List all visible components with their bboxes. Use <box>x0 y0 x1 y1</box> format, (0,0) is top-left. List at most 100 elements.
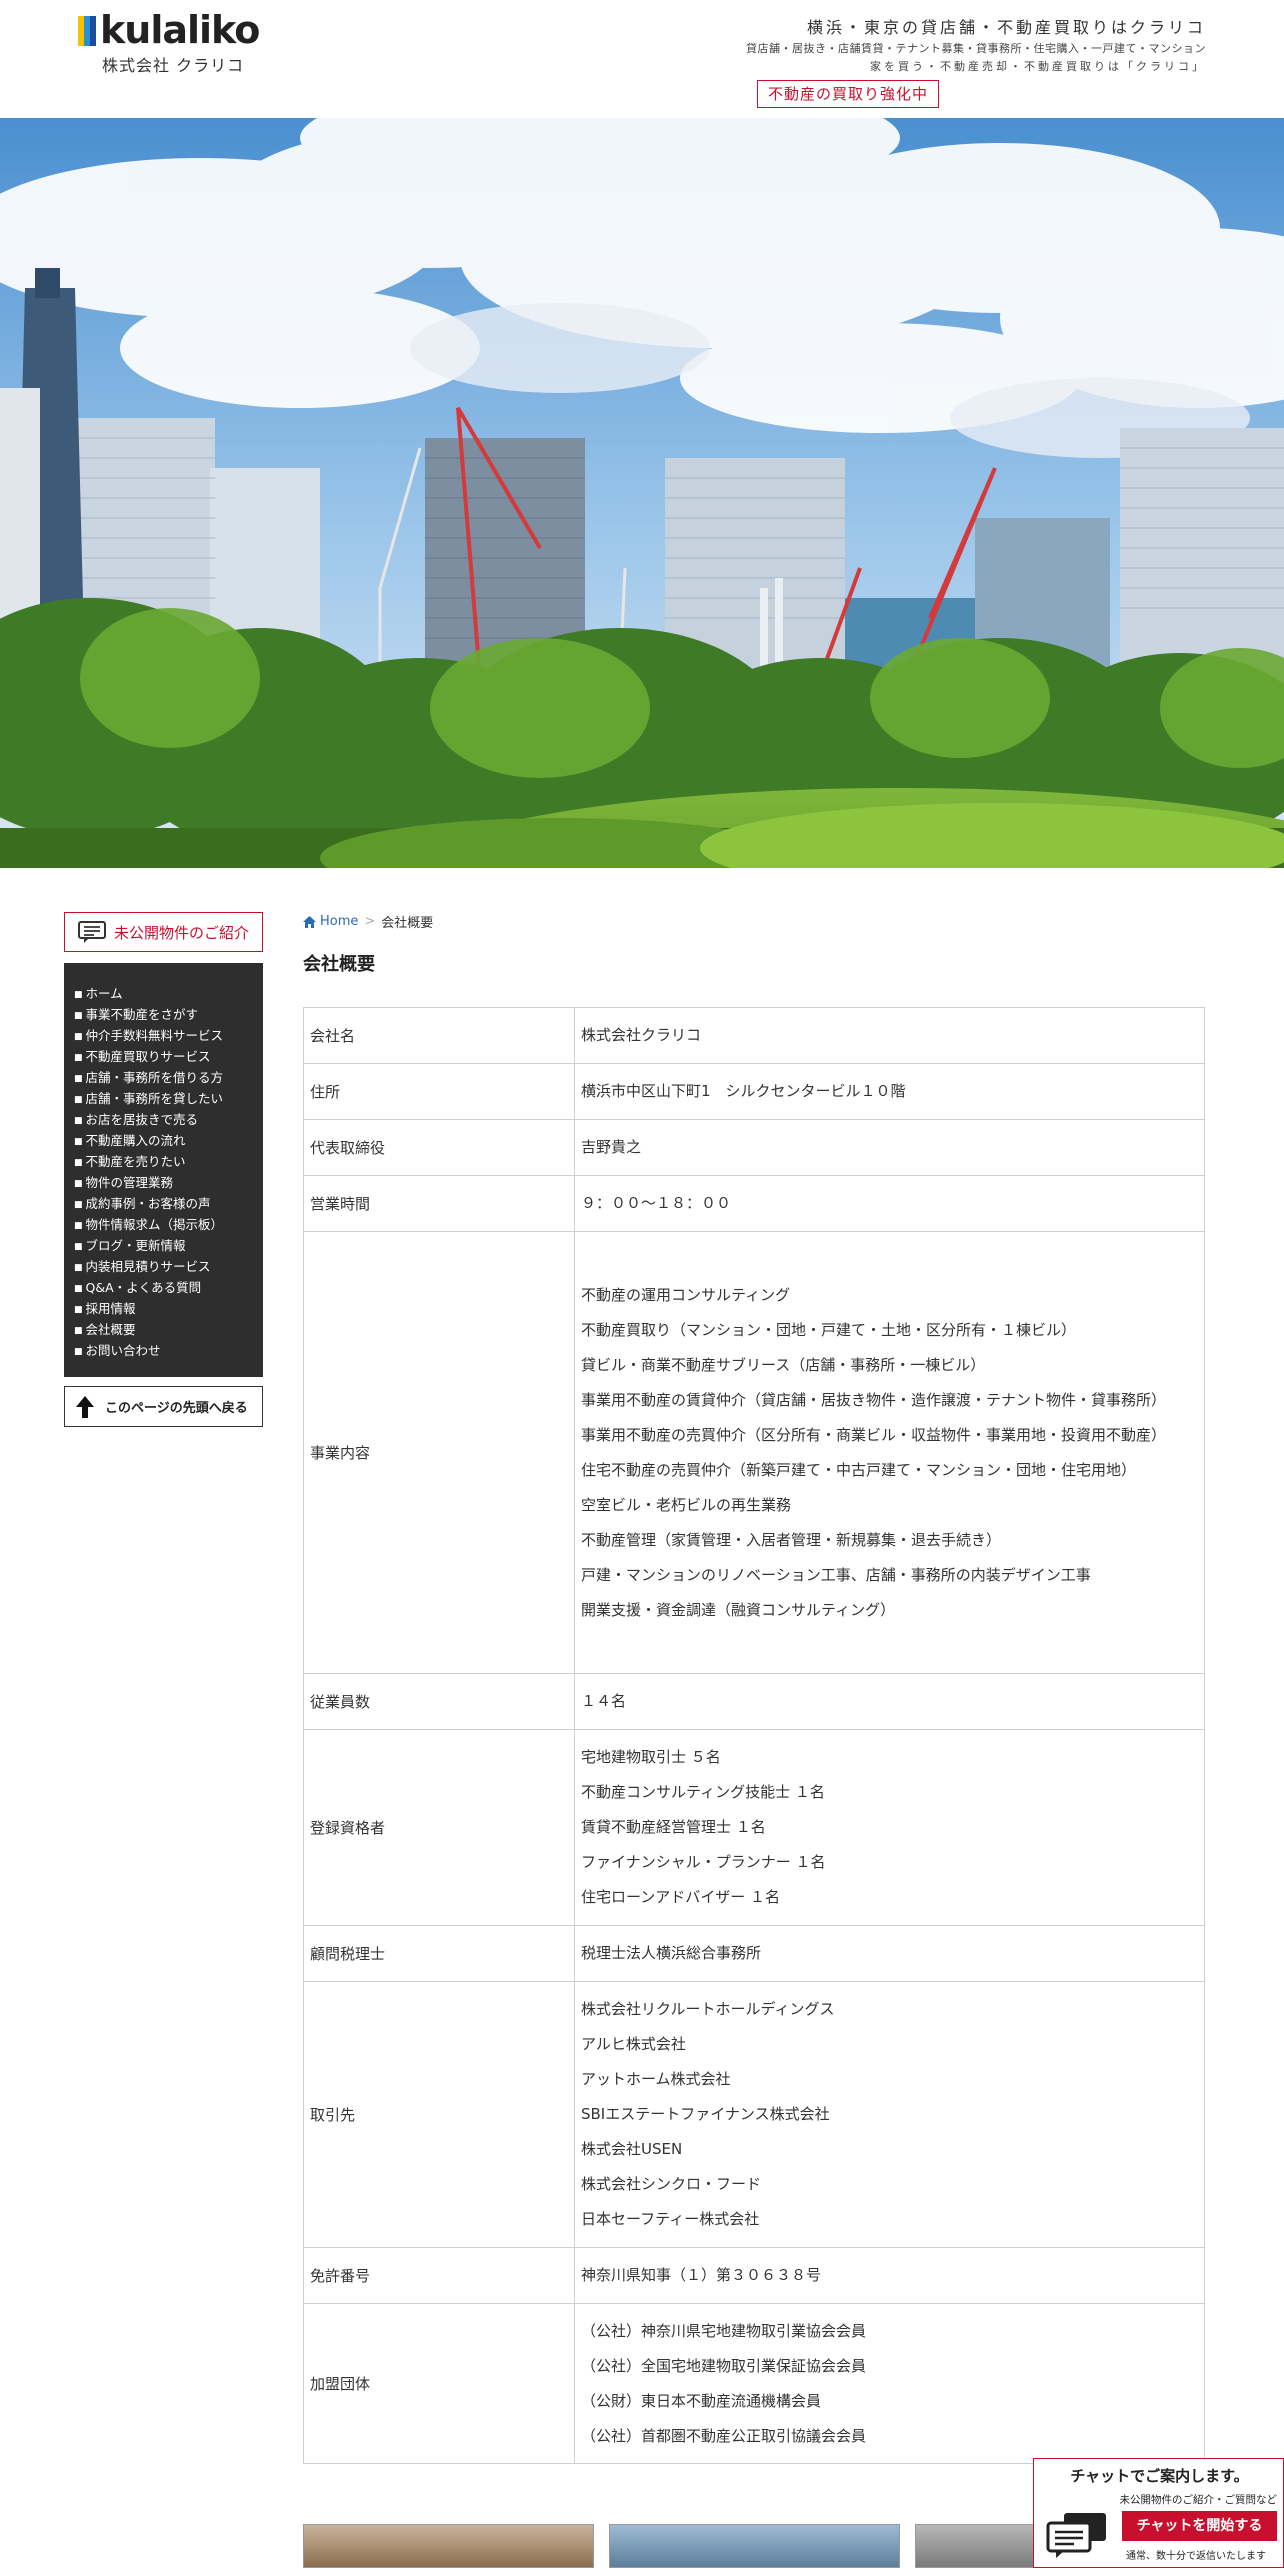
row-value-line: ファイナンシャル・プランナー １名 <box>581 1853 826 1871</box>
unpublished-properties-label: 未公開物件のご紹介 <box>113 923 249 942</box>
sidebar-item-search-business[interactable]: 事業不動産をさがす <box>74 1004 253 1025</box>
table-row: 代表取締役 吉野貴之 <box>303 1119 1205 1176</box>
table-row: 取引先 株式会社リクルートホールディングス アルヒ株式会社 アットホーム株式会社… <box>303 1981 1205 2248</box>
row-value-line: 戸建・マンションのリノベーション工事、店舗・事務所の内装デザイン工事 <box>581 1565 1091 1584</box>
row-value-line: 横浜市中区山下町1 シルクセンタービル１０階 <box>581 1082 906 1100</box>
sidebar-item-contact[interactable]: お問い合わせ <box>74 1340 253 1361</box>
row-value: ９：００〜１８：００ <box>574 1175 1205 1232</box>
chat-subtitle: 未公開物件のご紹介・ご質問など <box>1119 2494 1278 2506</box>
table-row: 従業員数 １４名 <box>303 1673 1205 1730</box>
logo-text: kulaliko <box>100 8 260 52</box>
row-label: 登録資格者 <box>303 1729 575 1926</box>
row-label: 加盟団体 <box>303 2303 575 2464</box>
row-value-line: 株式会社USEN <box>581 2140 683 2158</box>
company-info-table: 会社名 株式会社クラリコ 住所 横浜市中区山下町1 シルクセンタービル１０階 代… <box>303 1007 1205 2464</box>
row-value: 税理士法人横浜総合事務所 <box>574 1925 1205 1982</box>
row-value-line: 事業用不動産の賃貸仲介（貸店舗・居抜き物件・造作譲渡・テナント物件・貸事務所） <box>581 1390 1167 1409</box>
row-label: 免許番号 <box>303 2247 575 2304</box>
row-value-line: （公社）神奈川県宅地建物取引業協会会員 <box>581 2321 867 2340</box>
row-value: 神奈川県知事（１）第３０６３８号 <box>574 2247 1205 2304</box>
row-value-line: １４名 <box>581 1692 627 1710</box>
row-value: （公社）神奈川県宅地建物取引業協会会員 （公社）全国宅地建物取引業保証協会会員 … <box>574 2303 1205 2464</box>
row-value-line: 住宅不動産の売買仲介（新築戸建て・中古戸建て・マンション・団地・住宅用地） <box>581 1460 1137 1479</box>
logo-company-name: 株式会社 クラリコ <box>102 56 245 75</box>
table-row: 顧問税理士 税理士法人横浜総合事務所 <box>303 1925 1205 1982</box>
sidebar-item-home[interactable]: ホーム <box>74 983 253 1004</box>
breadcrumb-separator: > <box>364 914 376 929</box>
row-value-line: 空室ビル・老朽ビルの再生業務 <box>581 1495 792 1514</box>
property-thumbnail[interactable] <box>915 2524 1035 2568</box>
table-row: 免許番号 神奈川県知事（１）第３０６３８号 <box>303 2247 1205 2304</box>
row-value-line: 開業支援・資金調達（融資コンサルティング） <box>581 1600 896 1619</box>
row-value: 株式会社リクルートホールディングス アルヒ株式会社 アットホーム株式会社 SBI… <box>574 1981 1205 2248</box>
breadcrumb-home-label: Home <box>320 914 359 929</box>
logo-mark-icon <box>78 16 98 46</box>
back-to-top-label: このページの先頭へ戻る <box>105 1401 248 1416</box>
sidebar-item-sell-shop[interactable]: お店を居抜きで売る <box>74 1109 253 1130</box>
start-chat-button[interactable]: チャットを開始する <box>1122 2511 1277 2541</box>
sidebar-item-free-commission[interactable]: 仲介手数料無料サービス <box>74 1025 253 1046</box>
row-value-line: 住宅ローンアドバイザー １名 <box>581 1888 781 1906</box>
arrow-up-icon <box>76 1395 94 1418</box>
row-label: 顧問税理士 <box>303 1925 575 1982</box>
sidebar-item-cases[interactable]: 成約事例・お客様の声 <box>74 1193 253 1214</box>
row-label: 代表取締役 <box>303 1119 575 1176</box>
sidebar-item-rent-shop[interactable]: 店舗・事務所を借りる方 <box>74 1067 253 1088</box>
site-header: kulaliko 株式会社 クラリコ 横浜・東京の貸店舗・不動産買取りはクラリコ… <box>0 0 1284 118</box>
property-thumbnail[interactable] <box>609 2524 900 2568</box>
breadcrumb: Home > 会社概要 <box>303 912 433 931</box>
city-skyline-photo-icon <box>0 118 1284 868</box>
table-row: 会社名 株式会社クラリコ <box>303 1007 1205 1064</box>
property-thumbnail[interactable] <box>303 2524 594 2568</box>
header-keywords-2: 家を買う・不動産売却・不動産買取りは「クラリコ」 <box>870 60 1206 73</box>
row-value-line: ９：００〜１８：００ <box>581 1194 732 1212</box>
sidebar-item-blog[interactable]: ブログ・更新情報 <box>74 1235 253 1256</box>
row-value-line: 賃貸不動産経営管理士 １名 <box>581 1818 766 1836</box>
row-value-line: 貸ビル・商業不動産サブリース（店舗・事務所・一棟ビル） <box>581 1355 986 1374</box>
row-value-line: 神奈川県知事（１）第３０６３８号 <box>581 2266 822 2284</box>
row-value-line: （公社）首都圏不動産公正取引協議会会員 <box>581 2426 867 2445</box>
chat-response-note: 通常、数十分で返信いたします <box>1126 2551 1266 2562</box>
sidebar-item-sell-property[interactable]: 不動産を売りたい <box>74 1151 253 1172</box>
row-label: 事業内容 <box>303 1231 575 1674</box>
chat-title: チャットでご案内します。 <box>1070 2467 1249 2485</box>
header-tagline: 横浜・東京の貸店舗・不動産買取りはクラリコ <box>806 18 1206 37</box>
sidebar-item-buyback[interactable]: 不動産買取りサービス <box>74 1046 253 1067</box>
sidebar-item-interior-quotes[interactable]: 内装相見積りサービス <box>74 1256 253 1277</box>
row-value-line: 日本セーフティー株式会社 <box>581 2210 760 2228</box>
row-value-line: 株式会社シンクロ・フード <box>581 2175 762 2193</box>
table-row: 登録資格者 宅地建物取引士 ５名 不動産コンサルティング技能士 １名 賃貸不動産… <box>303 1729 1205 1926</box>
row-label: 会社名 <box>303 1007 575 1064</box>
row-value-line: 不動産の運用コンサルティング <box>581 1285 791 1304</box>
row-value-line: 宅地建物取引士 ５名 <box>581 1748 721 1766</box>
row-value: 横浜市中区山下町1 シルクセンタービル１０階 <box>574 1063 1205 1120</box>
row-value-line: SBIエステートファイナンス株式会社 <box>581 2105 830 2123</box>
row-value-line: 株式会社リクルートホールディングス <box>581 2000 835 2018</box>
unpublished-properties-button[interactable]: 未公開物件のご紹介 <box>64 912 263 952</box>
row-value-line: アルヒ株式会社 <box>581 2035 686 2053</box>
breadcrumb-home[interactable]: Home <box>303 914 358 929</box>
sidebar-item-management[interactable]: 物件の管理業務 <box>74 1172 253 1193</box>
sidebar-item-purchase-flow[interactable]: 不動産購入の流れ <box>74 1130 253 1151</box>
row-value-line: 吉野貴之 <box>581 1138 642 1156</box>
page-title: 会社概要 <box>303 954 375 975</box>
row-label: 営業時間 <box>303 1175 575 1232</box>
back-to-top-button[interactable]: このページの先頭へ戻る <box>64 1386 263 1427</box>
row-value-line: 不動産管理（家賃管理・入居者管理・新規募集・退去手続き） <box>581 1530 1002 1549</box>
row-value: 株式会社クラリコ <box>574 1007 1205 1064</box>
sidebar-item-recruit[interactable]: 採用情報 <box>74 1298 253 1319</box>
sidebar-item-faq[interactable]: Q&A・よくある質問 <box>74 1277 253 1298</box>
row-value-line: アットホーム株式会社 <box>581 2070 731 2088</box>
sidebar-item-lease-out[interactable]: 店舗・事務所を貸したい <box>74 1088 253 1109</box>
table-row: 事業内容 不動産の運用コンサルティング 不動産買取り（マンション・団地・戸建て・… <box>303 1231 1205 1674</box>
row-value-line: （公社）全国宅地建物取引業保証協会会員 <box>581 2356 867 2375</box>
sidebar-item-board[interactable]: 物件情報求ム（掲示板） <box>74 1214 253 1235</box>
row-value-line: 株式会社クラリコ <box>581 1026 702 1044</box>
row-value-line: （公財）東日本不動産流通機構会員 <box>581 2391 822 2410</box>
buyback-badge[interactable]: 不動産の買取り強化中 <box>757 80 940 108</box>
row-value: 不動産の運用コンサルティング 不動産買取り（マンション・団地・戸建て・土地・区分… <box>574 1231 1205 1674</box>
row-value-line: 事業用不動産の売買仲介（区分所有・商業ビル・収益物件・事業用地・投資用不動産） <box>581 1425 1167 1444</box>
sidebar-item-company[interactable]: 会社概要 <box>74 1319 253 1340</box>
table-row: 加盟団体 （公社）神奈川県宅地建物取引業協会会員 （公社）全国宅地建物取引業保証… <box>303 2303 1205 2464</box>
chat-widget[interactable]: チャットでご案内します。 未公開物件のご紹介・ご質問など チャットを開始する 通… <box>1033 2458 1284 2568</box>
